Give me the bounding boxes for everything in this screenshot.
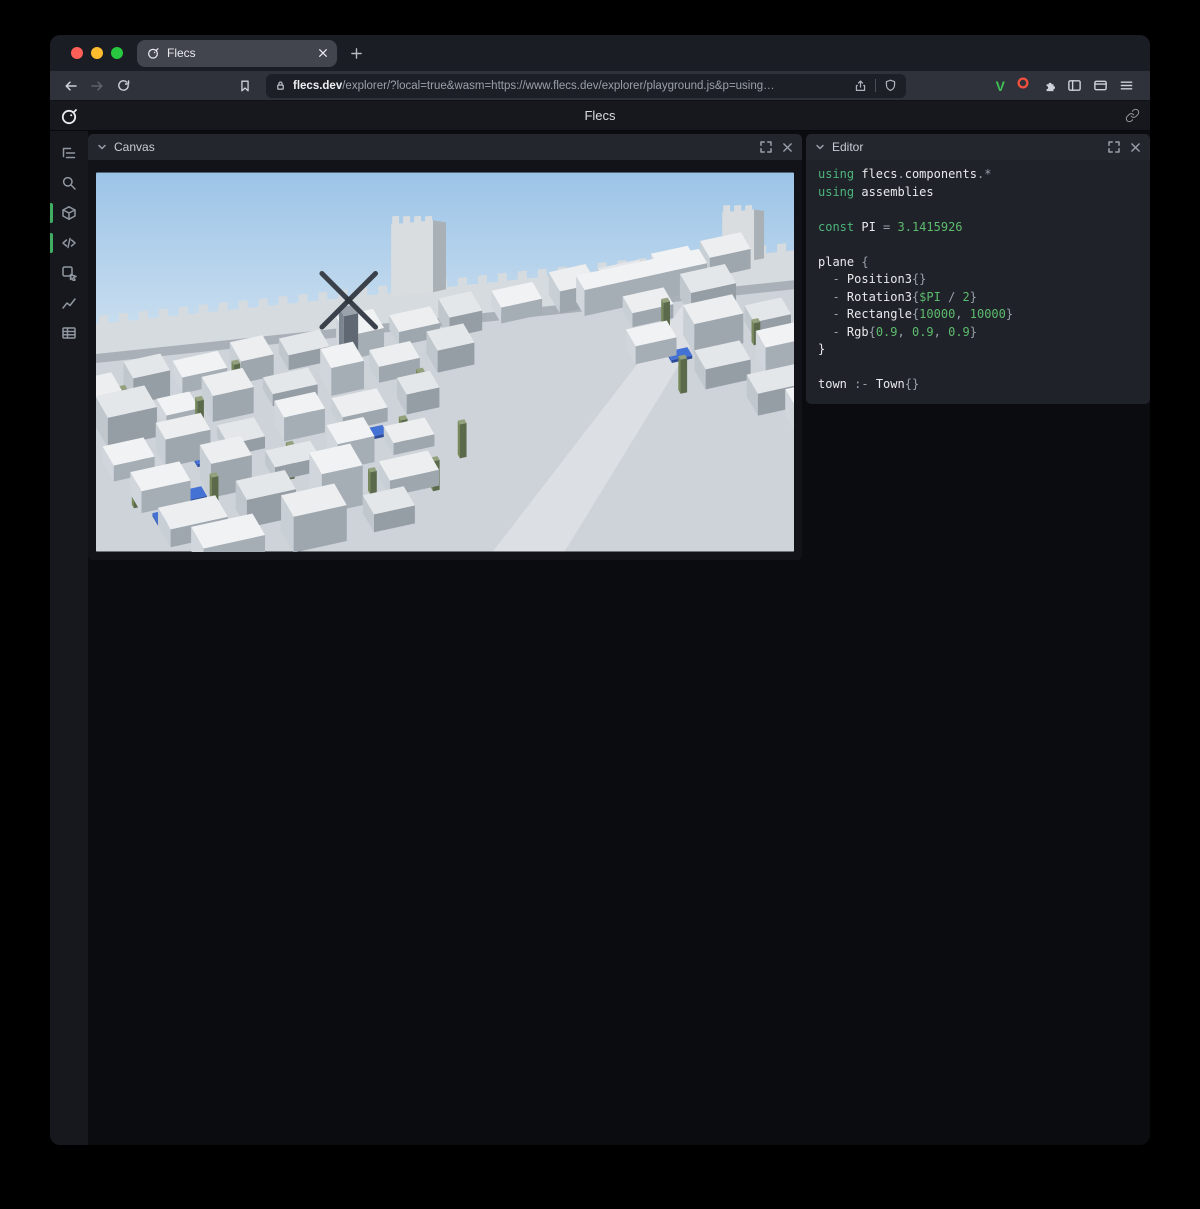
code-icon: [61, 235, 77, 251]
lock-icon: [275, 80, 286, 91]
close-icon[interactable]: [1130, 142, 1141, 153]
code-line: const PI = 3.1415926: [818, 219, 1138, 237]
code-line: [818, 201, 1138, 219]
expand-icon[interactable]: [1108, 141, 1120, 153]
sidebar-item-data[interactable]: [50, 318, 88, 348]
sidebar-item-inspect[interactable]: [50, 258, 88, 288]
url-divider: [875, 79, 876, 92]
browser-window: Flecs flecs.dev/explorer/?local=true&was…: [50, 35, 1150, 1145]
url-bar[interactable]: flecs.dev/explorer/?local=true&wasm=http…: [266, 74, 906, 98]
record-ring-icon: [1016, 76, 1030, 90]
inspect-icon: [61, 265, 77, 281]
puzzle-icon: [1041, 78, 1056, 93]
url-path: /explorer/?local=true&wasm=https://www.f…: [342, 80, 774, 92]
canvas-panel: Canvas: [88, 134, 802, 560]
share-icon[interactable]: [854, 79, 867, 92]
tool-sidebar: [50, 131, 88, 1145]
code-line: plane {: [818, 254, 1138, 272]
code-line: [818, 359, 1138, 377]
flecs-logo-icon: [59, 106, 79, 126]
canvas-3d-scene: [96, 172, 794, 552]
sidebar-toggle-button[interactable]: [1067, 78, 1082, 93]
code-line: - Position3{}: [818, 271, 1138, 289]
new-tab-button[interactable]: [350, 47, 363, 60]
code-line: - Rotation3{$PI / 2}: [818, 289, 1138, 307]
code-editor[interactable]: using flecs.components.*using assemblies…: [806, 160, 1150, 404]
browser-tab-bar: Flecs: [50, 35, 1150, 71]
code-line: using flecs.components.*: [818, 166, 1138, 184]
share-link-button[interactable]: [1125, 108, 1140, 123]
recorder-extension-button[interactable]: [1016, 76, 1030, 95]
search-icon: [61, 175, 77, 191]
url-text: flecs.dev/explorer/?local=true&wasm=http…: [293, 80, 847, 92]
url-actions: [854, 79, 897, 92]
reload-icon: [116, 78, 131, 93]
code-line: town :- Town{}: [818, 376, 1138, 394]
reload-button[interactable]: [110, 74, 136, 98]
window-minimize-button[interactable]: [91, 47, 103, 59]
table-icon: [61, 325, 77, 341]
tab-title: Flecs: [167, 46, 311, 60]
canvas-viewport[interactable]: [88, 160, 802, 560]
editor-panel: Editor using flecs.components.*using ass…: [806, 134, 1150, 404]
canvas-panel-title: Canvas: [114, 140, 753, 154]
code-line: }: [818, 341, 1138, 359]
page-header: Flecs: [50, 101, 1150, 131]
cube-icon: [61, 205, 77, 221]
flecs-favicon-icon: [146, 46, 160, 60]
browser-tab[interactable]: Flecs: [137, 40, 337, 67]
stats-icon: [61, 295, 77, 311]
chevron-down-icon[interactable]: [815, 142, 825, 152]
window-close-button[interactable]: [71, 47, 83, 59]
back-icon: [63, 78, 79, 94]
back-button[interactable]: [58, 74, 84, 98]
forward-button[interactable]: [84, 74, 110, 98]
forward-icon: [89, 78, 105, 94]
editor-panel-header: Editor: [806, 134, 1150, 160]
window-zoom-button[interactable]: [111, 47, 123, 59]
expand-icon[interactable]: [760, 141, 772, 153]
code-line: [818, 236, 1138, 254]
canvas-panel-header: Canvas: [88, 134, 802, 160]
editor-panel-title: Editor: [832, 140, 1101, 154]
code-line: - Rgb{0.9, 0.9, 0.9}: [818, 324, 1138, 342]
flecs-explorer-page: Flecs: [50, 101, 1150, 1145]
bookmark-icon: [238, 79, 252, 93]
link-icon: [1125, 108, 1140, 123]
sidebar-item-entity-tree[interactable]: [50, 138, 88, 168]
entity-tree-icon: [61, 145, 77, 161]
code-line: - Rectangle{10000, 10000}: [818, 306, 1138, 324]
bookmarks-button[interactable]: [232, 74, 258, 98]
toolbar-extensions: V: [996, 76, 1142, 95]
sidebar-item-entities[interactable]: [50, 198, 88, 228]
tab-close-icon[interactable]: [318, 48, 328, 58]
hamburger-icon: [1119, 78, 1134, 93]
panel-icon: [1093, 78, 1108, 93]
shield-icon[interactable]: [884, 79, 897, 92]
browser-toolbar: flecs.dev/explorer/?local=true&wasm=http…: [50, 71, 1150, 101]
menu-button[interactable]: [1119, 78, 1134, 93]
chevron-down-icon[interactable]: [97, 142, 107, 152]
sidebar-icon: [1067, 78, 1082, 93]
code-line: using assemblies: [818, 184, 1138, 202]
panel-area: Canvas: [88, 131, 1150, 1145]
reader-panel-button[interactable]: [1093, 78, 1108, 93]
sidebar-item-stats[interactable]: [50, 288, 88, 318]
traffic-lights: [50, 47, 135, 59]
sidebar-item-search[interactable]: [50, 168, 88, 198]
close-icon[interactable]: [782, 142, 793, 153]
main-area: Canvas: [50, 131, 1150, 1145]
plus-icon: [350, 47, 363, 60]
page-title: Flecs: [50, 108, 1150, 123]
extensions-button[interactable]: [1041, 78, 1056, 93]
url-domain: flecs.dev: [293, 80, 342, 92]
sidebar-item-code[interactable]: [50, 228, 88, 258]
vimium-extension-button[interactable]: V: [996, 79, 1005, 93]
